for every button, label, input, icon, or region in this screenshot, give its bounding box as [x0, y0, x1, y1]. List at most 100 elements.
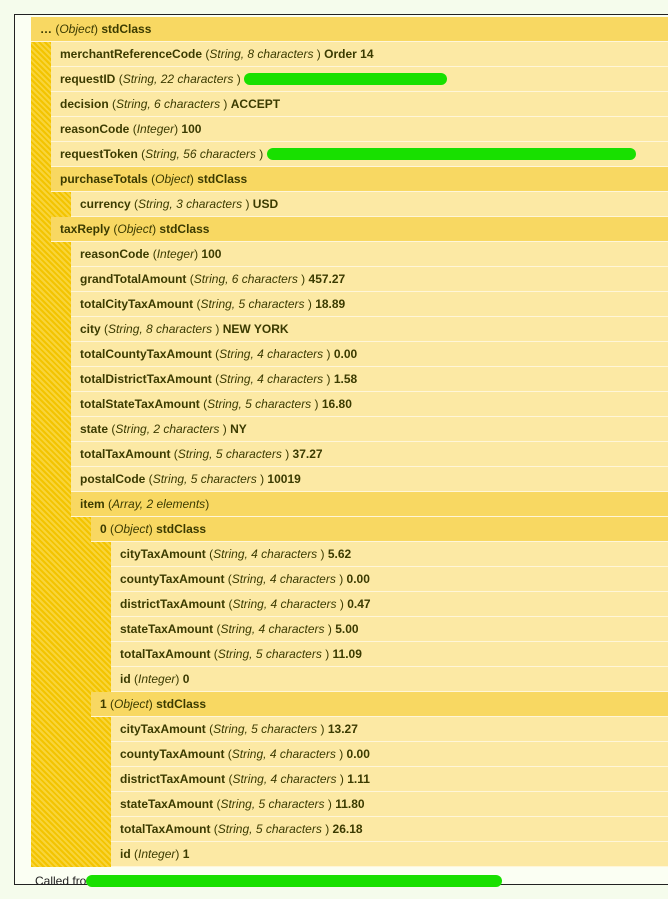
- property-value: ACCEPT: [230, 97, 281, 111]
- expandable-node-row[interactable]: 0 (Object) stdClass: [91, 517, 668, 542]
- property-type: Array, 2 elements: [112, 497, 206, 511]
- expandable-node-row[interactable]: … (Object) stdClass: [31, 17, 668, 42]
- property-value: 10019: [267, 472, 301, 486]
- property-type: String, 5 characters: [200, 297, 308, 311]
- property-value: 0.00: [333, 347, 358, 361]
- property-row: cityTaxAmount (String, 4 characters ) 5.…: [111, 542, 668, 567]
- property-row: totalDistrictTaxAmount (String, 4 charac…: [71, 367, 668, 392]
- property-type: Integer: [138, 672, 176, 686]
- property-type: String, 5 characters: [220, 797, 328, 811]
- property-value: 0.00: [346, 747, 370, 761]
- property-type: String, 5 characters: [152, 472, 261, 486]
- property-value: 0.47: [347, 597, 371, 611]
- property-key: reasonCode: [80, 247, 150, 261]
- property-row: totalCityTaxAmount (String, 5 characters…: [71, 292, 668, 317]
- property-key: grandTotalAmount: [80, 272, 187, 286]
- property-value: stdClass: [156, 522, 207, 536]
- property-row: countyTaxAmount (String, 4 characters ) …: [111, 742, 668, 767]
- property-value: 100: [181, 122, 202, 136]
- property-key: totalTaxAmount: [80, 447, 171, 461]
- property-value: 0: [182, 672, 190, 686]
- variable-tree: … (Object) stdClass merchantReferenceCode…: [31, 17, 668, 867]
- property-key: taxReply: [60, 222, 111, 236]
- property-type: String, 4 characters: [232, 772, 340, 786]
- expandable-node-row[interactable]: 1 (Object) stdClass: [91, 692, 668, 717]
- redacted-path: [86, 874, 503, 887]
- property-key: id: [120, 672, 131, 686]
- property-type: String, 8 characters: [209, 47, 317, 61]
- property-key: districtTaxAmount: [120, 597, 226, 611]
- redacted-value: [266, 147, 636, 160]
- property-key: totalDistrictTaxAmount: [80, 372, 212, 386]
- property-key: state: [80, 422, 109, 436]
- property-type: Integer: [136, 122, 175, 136]
- property-row: districtTaxAmount (String, 4 characters …: [111, 767, 668, 792]
- property-key: …: [40, 22, 52, 36]
- property-type: Integer: [156, 247, 195, 261]
- property-type: String, 4 characters: [219, 372, 327, 386]
- property-row: reasonCode (Integer) 100: [71, 242, 668, 267]
- property-row: cityTaxAmount (String, 5 characters ) 13…: [111, 717, 668, 742]
- property-type: String, 22 characters: [122, 72, 237, 86]
- expandable-node-row[interactable]: purchaseTotals (Object) stdClass: [51, 167, 668, 192]
- property-value: 26.18: [332, 822, 363, 836]
- property-key: purchaseTotals: [60, 172, 148, 186]
- property-value: 100: [201, 247, 222, 261]
- property-value: 1.11: [347, 772, 370, 786]
- property-row: totalStateTaxAmount (String, 5 character…: [71, 392, 668, 417]
- property-key: totalTaxAmount: [120, 822, 211, 836]
- property-value: 11.09: [332, 647, 362, 661]
- property-type: String, 4 characters: [213, 547, 321, 561]
- property-value: stdClass: [159, 222, 210, 236]
- property-key: 0: [100, 522, 107, 536]
- property-key: totalTaxAmount: [120, 647, 211, 661]
- property-key: countyTaxAmount: [120, 747, 225, 761]
- property-value: 37.27: [292, 447, 323, 461]
- property-row: merchantReferenceCode (String, 8 charact…: [51, 42, 668, 67]
- property-key: merchantReferenceCode: [60, 47, 203, 61]
- property-value: 1: [182, 847, 190, 861]
- property-value: NY: [230, 422, 247, 436]
- property-key: 1: [100, 697, 107, 711]
- debug-dump-panel: … (Object) stdClass merchantReferenceCode…: [14, 14, 668, 888]
- property-key: countyTaxAmount: [120, 572, 225, 586]
- property-type: String, 5 characters: [217, 647, 326, 661]
- property-key: cityTaxAmount: [120, 722, 206, 736]
- property-key: totalCityTaxAmount: [80, 297, 194, 311]
- property-type: String, 4 characters: [219, 347, 327, 361]
- property-type: String, 5 characters: [207, 397, 315, 411]
- property-type: String, 56 characters: [145, 147, 260, 161]
- property-type: String, 2 characters: [115, 422, 223, 436]
- property-type: String, 4 characters: [220, 622, 328, 636]
- property-type: Object: [155, 172, 190, 186]
- property-value: 16.80: [321, 397, 352, 411]
- property-value: 5.00: [335, 622, 359, 636]
- property-type: String, 4 characters: [231, 747, 340, 761]
- property-type: Object: [59, 22, 95, 36]
- property-row: requestID (String, 22 characters ): [51, 67, 668, 92]
- property-row: totalTaxAmount (String, 5 characters ) 1…: [111, 642, 668, 667]
- expandable-node-row[interactable]: item (Array, 2 elements): [71, 492, 668, 517]
- property-row: requestToken (String, 56 characters ): [51, 142, 668, 167]
- property-type: String, 6 characters: [116, 97, 224, 111]
- property-row: decision (String, 6 characters ) ACCEPT: [51, 92, 668, 117]
- property-row: stateTaxAmount (String, 5 characters ) 1…: [111, 792, 668, 817]
- property-type: String, 6 characters: [193, 272, 302, 286]
- property-value: stdClass: [197, 172, 248, 186]
- property-row: reasonCode (Integer) 100: [51, 117, 668, 142]
- property-value: 5.62: [327, 547, 352, 561]
- property-type: String, 5 characters: [217, 822, 326, 836]
- property-value: 13.27: [327, 722, 358, 736]
- property-row: districtTaxAmount (String, 4 characters …: [111, 592, 668, 617]
- property-row: totalTaxAmount (String, 5 characters ) 2…: [111, 817, 668, 842]
- property-type: String, 5 characters: [213, 722, 321, 736]
- property-key: totalCountyTaxAmount: [80, 347, 212, 361]
- property-row: id (Integer) 0: [111, 667, 668, 692]
- property-key: cityTaxAmount: [120, 547, 206, 561]
- property-row: totalTaxAmount (String, 5 characters ) 3…: [71, 442, 668, 467]
- expandable-node-row[interactable]: taxReply (Object) stdClass: [51, 217, 668, 242]
- property-key: id: [120, 847, 131, 861]
- called-from-footer: Called fro: [31, 871, 503, 891]
- property-key: decision: [60, 97, 109, 111]
- property-value: 18.89: [315, 297, 346, 311]
